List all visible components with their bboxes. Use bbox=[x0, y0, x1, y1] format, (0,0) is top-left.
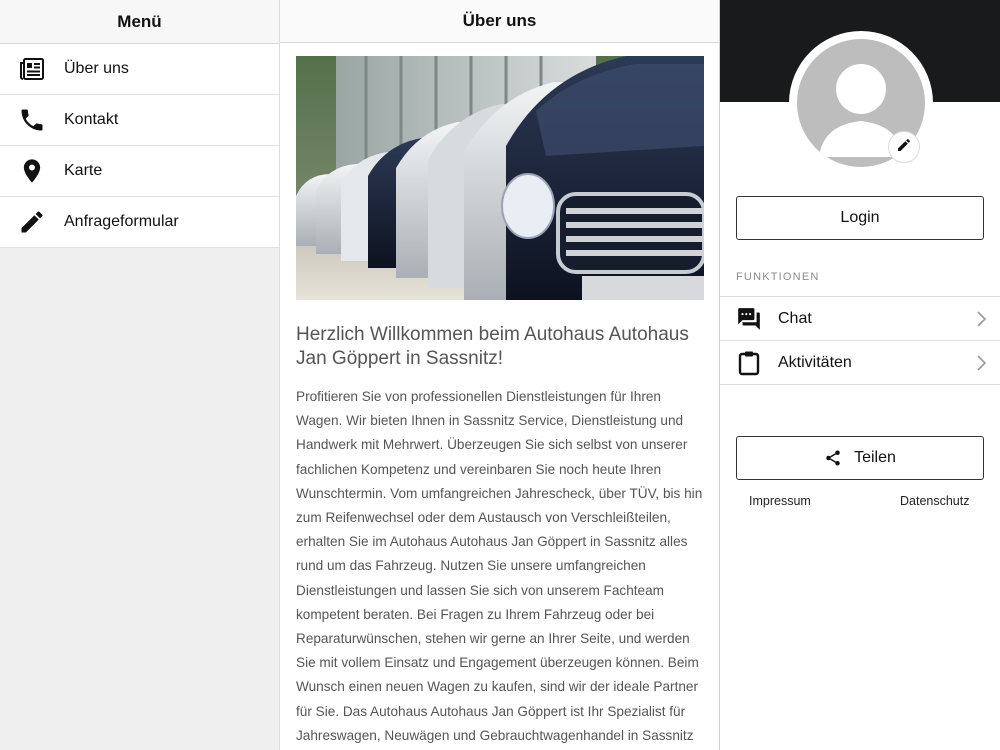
menu-item-kontakt[interactable]: Kontakt bbox=[0, 95, 279, 146]
menu-title: Menü bbox=[0, 0, 279, 44]
article: Herzlich Willkommen beim Autohaus Autoha… bbox=[296, 323, 706, 748]
functions-section-label: FUNKTIONEN bbox=[736, 271, 820, 283]
function-item-aktivitaeten[interactable]: Aktivitäten bbox=[720, 341, 1000, 385]
menu-item-label: Karte bbox=[64, 162, 103, 179]
chevron-right-icon bbox=[976, 311, 987, 332]
impressum-link[interactable]: Impressum bbox=[749, 494, 811, 508]
function-item-label: Chat bbox=[778, 309, 812, 327]
newspaper-icon bbox=[0, 55, 64, 83]
menu-item-anfrageformular[interactable]: Anfrageformular bbox=[0, 197, 279, 248]
profile-panel: Login FUNKTIONEN Chat Aktivitäten Teilen bbox=[720, 0, 1000, 750]
menu-item-ueber-uns[interactable]: Über uns bbox=[0, 44, 279, 95]
share-label: Teilen bbox=[854, 449, 896, 466]
datenschutz-link[interactable]: Datenschutz bbox=[900, 494, 969, 508]
article-heading: Herzlich Willkommen beim Autohaus Autoha… bbox=[296, 324, 689, 369]
map-pin-icon bbox=[0, 157, 64, 185]
menu-item-label: Über uns bbox=[64, 60, 129, 77]
article-body: Profitieren Sie von professionellen Dien… bbox=[296, 389, 703, 743]
edit-avatar-button[interactable] bbox=[888, 131, 920, 163]
functions-list: Chat Aktivitäten bbox=[720, 296, 1000, 385]
share-icon bbox=[824, 449, 842, 467]
hero-image bbox=[296, 56, 704, 300]
phone-icon bbox=[0, 106, 64, 134]
content-panel: Über uns Herzlich Willkommen beim Autoha… bbox=[280, 0, 720, 750]
function-item-chat[interactable]: Chat bbox=[720, 297, 1000, 341]
chevron-right-icon bbox=[976, 355, 987, 376]
pencil-icon bbox=[0, 208, 64, 236]
menu-item-karte[interactable]: Karte bbox=[0, 146, 279, 197]
left-menu: Menü Über uns Kontakt Karte Anfrageformu… bbox=[0, 0, 280, 750]
share-button[interactable]: Teilen bbox=[736, 436, 984, 480]
page-title: Über uns bbox=[280, 0, 719, 43]
function-item-label: Aktivitäten bbox=[778, 353, 852, 371]
clipboard-icon bbox=[720, 350, 778, 376]
login-button[interactable]: Login bbox=[736, 196, 984, 240]
menu-item-label: Kontakt bbox=[64, 111, 119, 128]
pencil-icon bbox=[896, 137, 912, 158]
menu-item-label: Anfrageformular bbox=[64, 213, 179, 230]
chat-icon bbox=[720, 306, 778, 332]
